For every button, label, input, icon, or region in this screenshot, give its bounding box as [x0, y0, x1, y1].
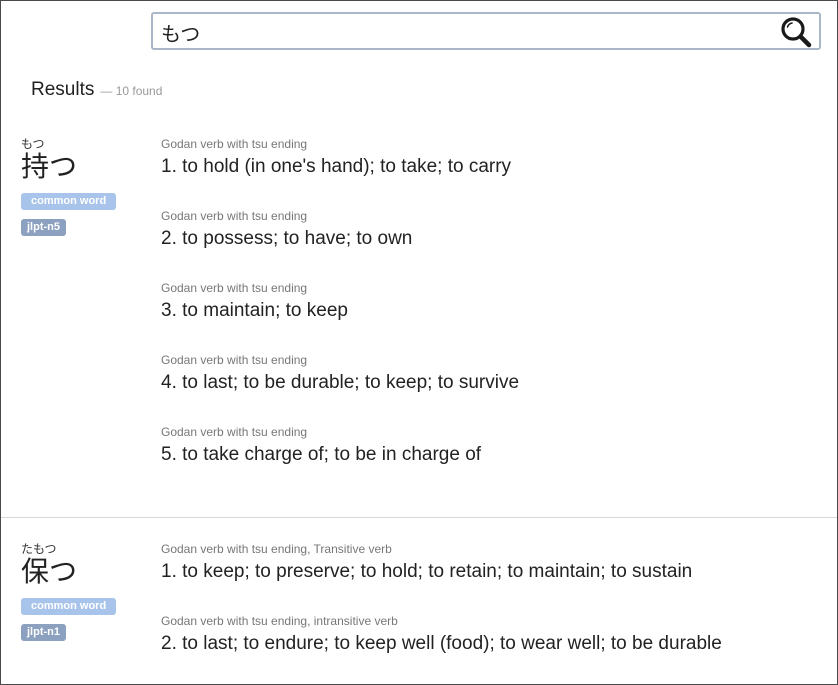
jlpt-tag: jlpt-n1 [21, 624, 66, 641]
sense-item: Godan verb with tsu ending 2. to possess… [161, 209, 831, 281]
senses-list: Godan verb with tsu ending 1. to hold (i… [161, 137, 831, 497]
word-column: もつ 持つ common word jlpt-n5 [21, 137, 146, 236]
part-of-speech: Godan verb with tsu ending [161, 281, 308, 295]
part-of-speech: Godan verb with tsu ending [161, 353, 308, 367]
senses-list: Godan verb with tsu ending, Transitive v… [161, 542, 831, 684]
sense-gloss: 2. to last; to endure; to keep well (foo… [161, 633, 722, 654]
sense-item: Godan verb with tsu ending 5. to take ch… [161, 425, 831, 497]
common-word-tag: common word [21, 598, 117, 615]
headword[interactable]: 保つ [21, 556, 146, 590]
word-column: たもつ 保つ common word jlpt-n1 [21, 542, 146, 641]
search-input[interactable] [161, 17, 761, 47]
search-bar [151, 12, 821, 50]
headword[interactable]: 持つ [21, 151, 146, 185]
furigana-reading: たもつ [21, 542, 57, 556]
part-of-speech: Godan verb with tsu ending, Transitive v… [161, 542, 392, 556]
results-title: Results [31, 79, 95, 100]
jlpt-tag: jlpt-n5 [21, 219, 66, 236]
results-count: — 10 found [100, 84, 163, 98]
sense-gloss: 2. to possess; to have; to own [161, 228, 413, 249]
sense-gloss: 1. to keep; to preserve; to hold; to ret… [161, 561, 693, 582]
part-of-speech: Godan verb with tsu ending [161, 425, 308, 439]
part-of-speech: Godan verb with tsu ending, intransitive… [161, 614, 398, 628]
sense-item: Godan verb with tsu ending, Transitive v… [161, 542, 831, 614]
sense-gloss: 4. to last; to be durable; to keep; to s… [161, 372, 520, 393]
part-of-speech: Godan verb with tsu ending [161, 209, 308, 223]
sense-item: Godan verb with tsu ending 1. to hold (i… [161, 137, 831, 209]
sense-gloss: 1. to hold (in one's hand); to take; to … [161, 156, 512, 177]
part-of-speech: Godan verb with tsu ending [161, 137, 308, 151]
sense-item: Godan verb with tsu ending 4. to last; t… [161, 353, 831, 425]
results-heading: Results — 10 found [31, 79, 162, 101]
sense-gloss: 3. to maintain; to keep [161, 300, 348, 321]
common-word-tag: common word [21, 193, 117, 210]
sense-item: Godan verb with tsu ending, intransitive… [161, 614, 831, 684]
sense-gloss: 5. to take charge of; to be in charge of [161, 444, 482, 465]
entry-divider [1, 517, 837, 518]
furigana-reading: もつ [21, 137, 45, 151]
dictionary-window: Results — 10 found もつ 持つ common word jlp… [0, 0, 838, 685]
search-button[interactable] [779, 16, 813, 48]
sense-item: Godan verb with tsu ending 3. to maintai… [161, 281, 831, 353]
magnifier-icon [781, 17, 812, 48]
